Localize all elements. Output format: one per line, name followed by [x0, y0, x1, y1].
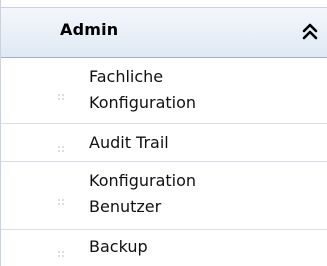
- grip-dots-icon: [58, 192, 66, 205]
- grip-dots-icon: [58, 87, 66, 100]
- nav-item-konfiguration-benutzer[interactable]: Konfiguration Benutzer: [1, 162, 327, 230]
- nav-item-label: Fachliche Konfiguration: [89, 67, 197, 112]
- admin-nav-panel: Admin Fachliche Konfiguration Audit Trai…: [0, 0, 327, 266]
- grip-dots-icon: [58, 139, 66, 152]
- nav-item-label: Audit Trail: [89, 133, 169, 152]
- nav-item-backup[interactable]: Backup: [1, 230, 327, 266]
- section-header-admin[interactable]: Admin: [1, 7, 327, 58]
- grip-dots-icon: [58, 244, 66, 257]
- nav-item-fachliche-konfiguration[interactable]: Fachliche Konfiguration: [1, 58, 327, 124]
- section-title: Admin: [60, 20, 119, 39]
- nav-item-audit-trail[interactable]: Audit Trail: [1, 124, 327, 162]
- double-chevron-up-icon[interactable]: [301, 21, 319, 43]
- nav-item-label: Konfiguration Benutzer: [89, 171, 197, 216]
- nav-item-label: Backup: [89, 237, 148, 256]
